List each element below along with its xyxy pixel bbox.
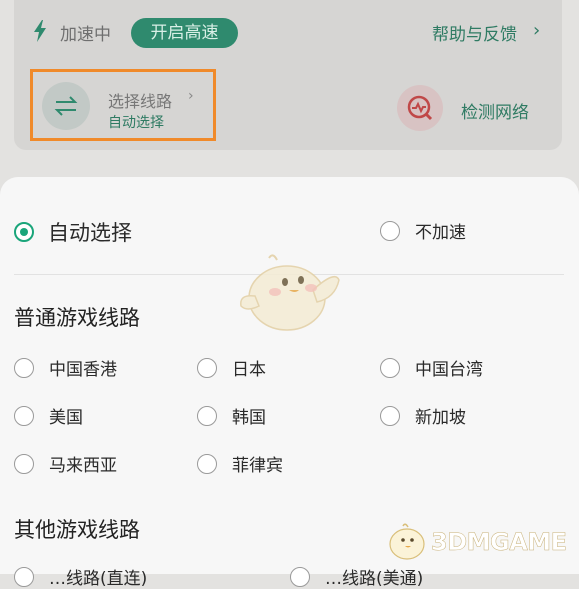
- radio-label: 中国台湾: [415, 360, 483, 380]
- radio-label: 日本: [232, 360, 266, 380]
- detect-network-link[interactable]: 检测网络: [461, 98, 529, 123]
- radio-label: 美国: [49, 408, 83, 428]
- radio-label: 韩国: [232, 408, 266, 428]
- radio-unchecked-icon: [380, 220, 400, 241]
- watermark-mascot-icon: [389, 523, 425, 560]
- radio-route[interactable]: 马来西亚: [14, 451, 117, 476]
- radio-unchecked-icon: [197, 405, 217, 426]
- radio-unchecked-icon: [14, 405, 34, 426]
- radio-label: 自动选择: [48, 221, 132, 245]
- radio-label: 马来西亚: [49, 456, 117, 476]
- radio-route[interactable]: 菲律宾: [197, 451, 283, 476]
- route-select-title[interactable]: 选择线路: [108, 88, 172, 112]
- route-picker-sheet: 自动选择 不加速 普通游戏线路 中国香港 日本 中国台湾 美国 韩国 新加坡 马…: [0, 177, 579, 589]
- radio-unchecked-icon: [380, 405, 400, 426]
- status-text: 加速中: [60, 25, 111, 45]
- watermark-text: 3DMGAME: [431, 528, 568, 557]
- chevron-right-icon: ›: [188, 88, 194, 104]
- chevron-right-icon: ›: [533, 20, 541, 41]
- radio-no-accel[interactable]: 不加速: [380, 218, 466, 243]
- radio-label: …线路(直连): [49, 569, 148, 589]
- lightning-icon: [34, 20, 46, 42]
- section-title-normal: 普通游戏线路: [14, 306, 140, 330]
- radio-label: 新加坡: [415, 408, 466, 428]
- radio-label: …线路(美通): [325, 569, 424, 589]
- radio-unchecked-icon: [290, 566, 310, 587]
- radio-route[interactable]: 美国: [14, 403, 83, 428]
- radio-unchecked-icon: [197, 453, 217, 474]
- route-selected-value: 自动选择: [108, 115, 164, 131]
- boost-button[interactable]: 开启高速: [131, 18, 238, 48]
- radio-unchecked-icon: [380, 357, 400, 378]
- mascot-illustration: [240, 254, 340, 331]
- radio-auto-select[interactable]: 自动选择: [14, 217, 132, 247]
- switch-route-icon: [42, 82, 90, 130]
- radio-label: 菲律宾: [232, 456, 283, 476]
- help-feedback-link[interactable]: 帮助与反馈: [432, 20, 517, 45]
- radio-route[interactable]: 中国台湾: [380, 355, 483, 380]
- radio-route[interactable]: 日本: [197, 355, 266, 380]
- radio-unchecked-icon: [14, 357, 34, 378]
- radio-route[interactable]: 新加坡: [380, 403, 466, 428]
- radio-checked-icon: [14, 222, 34, 242]
- section-title-other: 其他游戏线路: [14, 518, 140, 542]
- radio-unchecked-icon: [197, 357, 217, 378]
- watermark: 3DMGAME: [385, 520, 567, 564]
- radio-unchecked-icon: [14, 453, 34, 474]
- radio-label: 不加速: [415, 223, 466, 243]
- radio-route[interactable]: …线路(美通): [290, 564, 423, 589]
- radio-unchecked-icon: [14, 566, 34, 587]
- radio-route[interactable]: 韩国: [197, 403, 266, 428]
- network-detect-icon[interactable]: [397, 85, 443, 131]
- radio-label: 中国香港: [49, 360, 117, 380]
- radio-route[interactable]: 中国香港: [14, 355, 117, 380]
- radio-route[interactable]: …线路(直连): [14, 564, 147, 589]
